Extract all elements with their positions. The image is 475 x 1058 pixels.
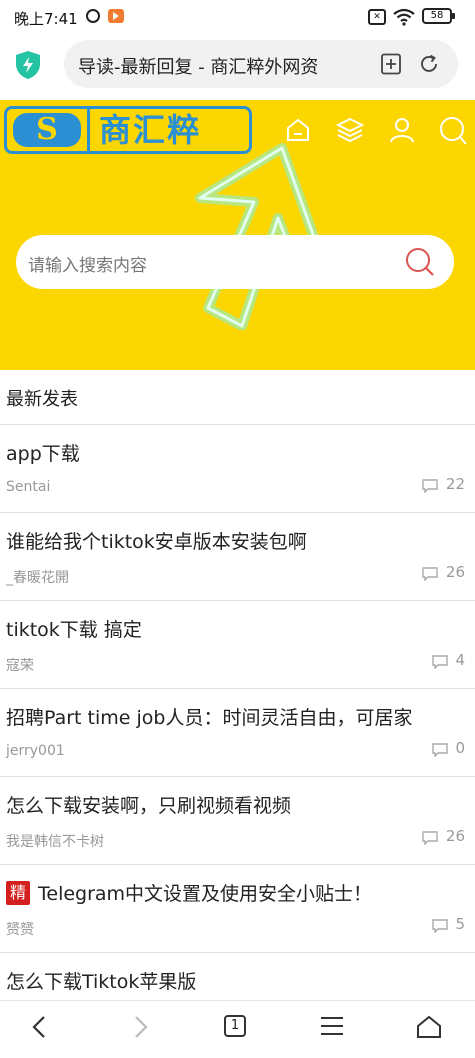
search-submit-icon[interactable] bbox=[404, 246, 436, 278]
post-author[interactable]: _春暖花開 bbox=[6, 567, 69, 587]
comment-count: 26 bbox=[445, 563, 465, 581]
wifi-icon bbox=[393, 8, 415, 26]
comment-icon bbox=[422, 567, 438, 581]
address-text[interactable]: 导读-最新回复 - 商汇粹外网资 bbox=[78, 53, 368, 79]
post-author[interactable]: Sentai bbox=[6, 479, 50, 495]
section-header: 最新发表 bbox=[0, 370, 475, 425]
home-nav-icon[interactable] bbox=[416, 1015, 442, 1039]
sim-status-icon: ✕ bbox=[368, 9, 386, 25]
menu-icon[interactable] bbox=[320, 1015, 344, 1037]
reload-icon[interactable] bbox=[418, 53, 440, 75]
post-author[interactable]: 我是韩信不卡树 bbox=[6, 831, 104, 851]
status-bar: 晚上7:41 ✕ 58 bbox=[0, 0, 475, 36]
logo-mark: S bbox=[13, 113, 81, 147]
post-title-row[interactable]: 精 Telegram中文设置及使用安全小贴士！ bbox=[6, 879, 372, 906]
bookmark-add-icon[interactable] bbox=[380, 53, 402, 75]
status-time: 晚上7:41 bbox=[14, 10, 78, 28]
list-item[interactable]: 招聘Part time job人员：时间灵活自由，可居家 jerry001 0 bbox=[0, 689, 475, 777]
address-bar[interactable]: 导读-最新回复 - 商汇粹外网资 bbox=[64, 40, 458, 88]
list-item[interactable]: 精 Telegram中文设置及使用安全小贴士！ 赟赟 5 bbox=[0, 865, 475, 953]
browser-toolbar: 导读-最新回复 - 商汇粹外网资 bbox=[0, 36, 475, 100]
post-author[interactable]: jerry001 bbox=[6, 743, 65, 759]
search-icon[interactable] bbox=[438, 116, 468, 146]
post-title[interactable]: app下载 bbox=[6, 439, 80, 466]
list-item[interactable]: app下载 Sentai 22 bbox=[0, 425, 475, 513]
post-author[interactable]: 赟赟 bbox=[6, 919, 34, 939]
section-title: 最新发表 bbox=[6, 389, 78, 410]
comment-count: 22 bbox=[445, 475, 465, 493]
post-title[interactable]: 谁能给我个tiktok安卓版本安装包啊 bbox=[6, 527, 307, 554]
battery-indicator: 58 bbox=[422, 8, 455, 24]
post-title[interactable]: 怎么下载Tiktok苹果版 bbox=[6, 967, 196, 994]
alarm-icon bbox=[86, 9, 100, 23]
list-item[interactable]: 谁能给我个tiktok安卓版本安装包啊 _春暖花開 26 bbox=[0, 513, 475, 601]
comment-icon bbox=[432, 743, 448, 757]
tabs-button[interactable]: 1 bbox=[224, 1015, 246, 1037]
comment-icon bbox=[422, 479, 438, 493]
post-author[interactable]: 寇荣 bbox=[6, 655, 34, 675]
post-title[interactable]: 怎么下载安装啊，只刷视频看视频 bbox=[6, 791, 291, 818]
post-title[interactable]: 招聘Part time job人员：时间灵活自由，可居家 bbox=[6, 703, 412, 730]
post-title[interactable]: tiktok下载 搞定 bbox=[6, 615, 142, 642]
comment-icon bbox=[422, 831, 438, 845]
comment-icon bbox=[432, 919, 448, 933]
comment-count: 26 bbox=[445, 827, 465, 845]
list-item[interactable]: tiktok下载 搞定 寇荣 4 bbox=[0, 601, 475, 689]
user-icon[interactable] bbox=[388, 116, 416, 144]
screen-record-icon bbox=[108, 9, 124, 23]
list-item[interactable]: 怎么下载安装啊，只刷视频看视频 我是韩信不卡树 26 bbox=[0, 777, 475, 865]
security-shield-icon[interactable] bbox=[14, 50, 42, 80]
comment-count: 0 bbox=[455, 739, 465, 757]
comment-count: 4 bbox=[455, 651, 465, 669]
logo-divider bbox=[87, 109, 90, 151]
post-title[interactable]: Telegram中文设置及使用安全小贴士！ bbox=[38, 883, 372, 905]
comment-icon bbox=[432, 655, 448, 669]
back-icon[interactable] bbox=[30, 1015, 50, 1039]
comment-count: 5 bbox=[455, 915, 465, 933]
forward-icon[interactable] bbox=[130, 1015, 150, 1039]
search-input[interactable]: 请输入搜索内容 bbox=[28, 251, 147, 276]
search-box[interactable]: 请输入搜索内容 bbox=[16, 235, 454, 289]
featured-badge: 精 bbox=[6, 881, 30, 905]
site-header: S 商汇粹 请输入搜索内容 bbox=[0, 100, 475, 370]
browser-bottom-nav: 1 bbox=[0, 1000, 475, 1058]
